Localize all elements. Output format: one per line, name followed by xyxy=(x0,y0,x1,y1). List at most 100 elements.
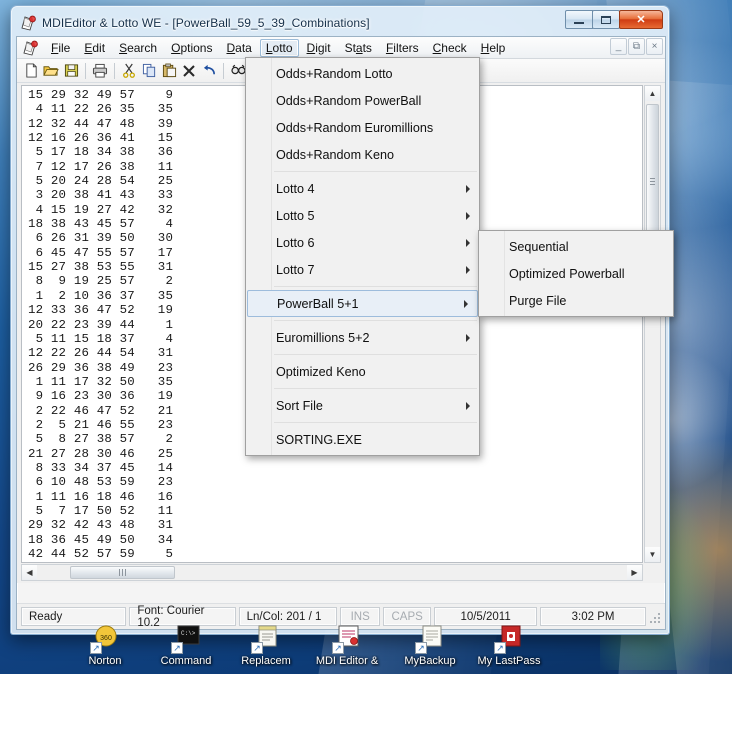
menu-separator xyxy=(274,422,477,423)
shortcut-overlay-icon: ↗ xyxy=(90,642,102,654)
desktop-icon-mybackup[interactable]: ↗ MyBackup xyxy=(387,624,473,667)
scroll-right-icon[interactable]: ▶ xyxy=(627,565,642,580)
desktop-icon-label: My LastPass xyxy=(466,655,552,667)
shortcut-overlay-icon: ↗ xyxy=(251,642,263,654)
mybackup-icon: ↗ xyxy=(415,624,445,654)
open-icon[interactable] xyxy=(41,61,61,81)
scroll-left-icon[interactable]: ◀ xyxy=(22,565,37,580)
menu-item-label: Odds+Random Lotto xyxy=(276,67,393,81)
menu-separator xyxy=(274,388,477,389)
menu-bar: File Edit Search Options Data Lotto Digi… xyxy=(17,37,665,59)
menu-item-label: Odds+Random Euromillions xyxy=(276,121,433,135)
menu-item-lotto-6[interactable]: Lotto 6 xyxy=(246,229,479,256)
delete-icon[interactable] xyxy=(179,61,199,81)
menu-item-euromillions-5-plus-2[interactable]: Euromillions 5+2 xyxy=(246,324,479,351)
desktop-icon-label: MyBackup xyxy=(387,655,473,667)
menu-item-sort-file[interactable]: Sort File xyxy=(246,392,479,419)
menu-item-label: Odds+Random PowerBall xyxy=(276,94,421,108)
submenu-arrow-icon xyxy=(464,300,468,308)
shortcut-overlay-icon: ↗ xyxy=(494,642,506,654)
menu-item-label: Odds+Random Keno xyxy=(276,148,394,162)
menu-item-lotto-4[interactable]: Lotto 4 xyxy=(246,175,479,202)
new-icon[interactable] xyxy=(21,61,41,81)
menu-item-sorting-exe[interactable]: SORTING.EXE xyxy=(246,426,479,453)
scroll-thumb-grip xyxy=(118,564,127,582)
menu-item-label: SORTING.EXE xyxy=(276,433,362,447)
menu-item-odds-random-lotto[interactable]: Odds+Random Lotto xyxy=(246,60,479,87)
menu-check[interactable]: Check xyxy=(427,39,473,57)
menu-help[interactable]: Help xyxy=(475,39,512,57)
horizontal-scrollbar[interactable]: ◀ ▶ xyxy=(21,564,643,581)
desktop-icon-label: Replacem xyxy=(223,655,309,667)
menu-item-lotto-7[interactable]: Lotto 7 xyxy=(246,256,479,283)
menu-item-label: Sort File xyxy=(276,399,323,413)
menu-item-label: Sequential xyxy=(509,240,569,254)
toolbar-separator xyxy=(223,63,224,79)
menu-lotto[interactable]: Lotto xyxy=(260,39,299,57)
scroll-thumb-grip xyxy=(650,176,655,187)
menu-item-odds-random-keno[interactable]: Odds+Random Keno xyxy=(246,141,479,168)
menu-digit[interactable]: Digit xyxy=(301,39,337,57)
cut-icon[interactable] xyxy=(119,61,139,81)
window-minimize-button[interactable] xyxy=(565,10,593,29)
mdi-close-button[interactable]: × xyxy=(646,38,663,55)
menu-item-lotto-5[interactable]: Lotto 5 xyxy=(246,202,479,229)
horizontal-scroll-thumb[interactable] xyxy=(70,566,175,579)
toolbar-separator xyxy=(85,63,86,79)
mdi-document-icon xyxy=(23,40,39,56)
svg-text:360: 360 xyxy=(100,635,112,642)
menu-stats[interactable]: Stats xyxy=(339,39,378,57)
paste-icon[interactable] xyxy=(159,61,179,81)
mdi-editor-icon: ↗ xyxy=(332,624,362,654)
menu-item-odds-random-euromillions[interactable]: Odds+Random Euromillions xyxy=(246,114,479,141)
menu-item-label: Optimized Powerball xyxy=(509,267,625,281)
submenu-arrow-icon xyxy=(466,334,470,342)
print-icon[interactable] xyxy=(90,61,110,81)
svg-text:C:\>: C:\> xyxy=(181,630,196,637)
mdi-child-controls: _ ⧉ × xyxy=(609,38,663,55)
mdi-restore-button[interactable]: ⧉ xyxy=(628,38,645,55)
menu-options[interactable]: Options xyxy=(165,39,218,57)
desktop-icon-my-lastpass[interactable]: ↗ My LastPass xyxy=(466,624,552,667)
submenu-item-sequential[interactable]: Sequential xyxy=(479,233,673,260)
desktop-icon-replacem[interactable]: ↗ Replacem xyxy=(223,624,309,667)
replacem-icon: ↗ xyxy=(251,624,281,654)
powerball-submenu: Sequential Optimized Powerball Purge Fil… xyxy=(478,230,674,317)
submenu-item-optimized-powerball[interactable]: Optimized Powerball xyxy=(479,260,673,287)
menu-item-label: Lotto 6 xyxy=(276,236,315,250)
menu-separator xyxy=(274,320,477,321)
window-title: MDIEditor & Lotto WE - [PowerBall_59_5_3… xyxy=(42,16,370,30)
title-bar[interactable]: MDIEditor & Lotto WE - [PowerBall_59_5_3… xyxy=(15,10,665,36)
menu-data[interactable]: Data xyxy=(220,39,257,57)
window-close-button[interactable]: ✕ xyxy=(619,10,663,29)
desktop-icon-mdi-editor[interactable]: ↗ MDI Editor & xyxy=(304,624,390,667)
scroll-down-icon[interactable]: ▼ xyxy=(645,547,660,562)
toolbar-separator xyxy=(114,63,115,79)
lastpass-icon: ↗ xyxy=(494,624,524,654)
mdi-minimize-button[interactable]: _ xyxy=(610,38,627,55)
scroll-up-icon[interactable]: ▲ xyxy=(645,86,660,101)
vertical-scrollbar[interactable]: ▲ ▼ xyxy=(644,85,661,563)
lotto-dropdown-menu: Odds+Random Lotto Odds+Random PowerBall … xyxy=(245,57,480,456)
desktop-icon-label: Command xyxy=(143,655,229,667)
menu-item-optimized-keno[interactable]: Optimized Keno xyxy=(246,358,479,385)
submenu-item-purge-file[interactable]: Purge File xyxy=(479,287,673,314)
menu-item-label: Euromillions 5+2 xyxy=(276,331,369,345)
desktop-icon-command[interactable]: C:\> ↗ Command xyxy=(143,624,229,667)
menu-item-powerball-5-plus-1[interactable]: PowerBall 5+1 xyxy=(247,290,478,317)
menu-item-label: Lotto 7 xyxy=(276,263,315,277)
menu-item-label: Lotto 5 xyxy=(276,209,315,223)
menu-filters[interactable]: Filters xyxy=(380,39,425,57)
desktop-icon-label: MDI Editor & xyxy=(304,655,390,667)
desktop-icon-row: 360 ↗ Norton C:\> ↗ Command ↗ Replacem xyxy=(0,622,732,674)
menu-search[interactable]: Search xyxy=(113,39,163,57)
menu-edit[interactable]: Edit xyxy=(78,39,111,57)
save-icon[interactable] xyxy=(61,61,81,81)
app-icon xyxy=(21,15,37,31)
window-maximize-button[interactable] xyxy=(592,10,620,29)
copy-icon[interactable] xyxy=(139,61,159,81)
desktop-icon-norton[interactable]: 360 ↗ Norton xyxy=(62,624,148,667)
menu-file[interactable]: File xyxy=(45,39,76,57)
undo-icon[interactable] xyxy=(199,61,219,81)
menu-item-odds-random-powerball[interactable]: Odds+Random PowerBall xyxy=(246,87,479,114)
